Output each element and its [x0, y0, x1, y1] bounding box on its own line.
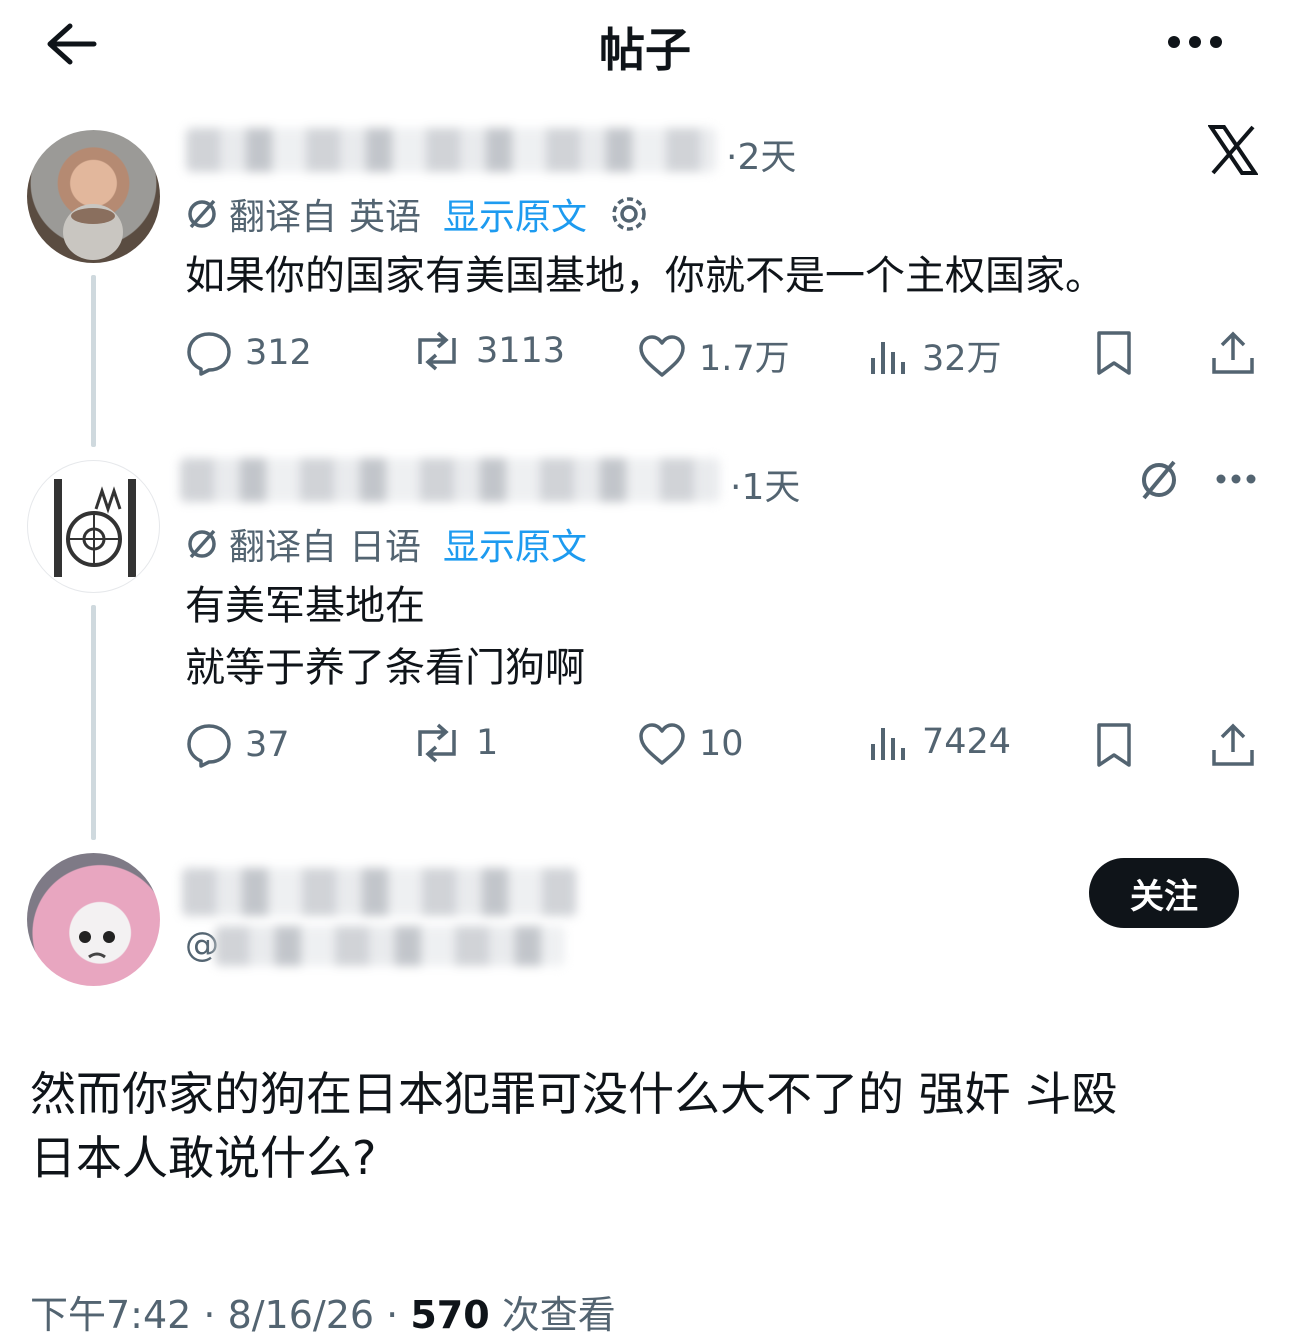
post-actions: 312 3113 1.7万 32万 — [185, 330, 1265, 390]
repost-button[interactable]: 1 — [410, 722, 498, 764]
handle-prefix: @ — [185, 925, 219, 965]
avatar[interactable] — [27, 853, 160, 986]
translate-icon — [185, 527, 219, 561]
analytics-icon — [868, 336, 910, 376]
reply-button[interactable]: 37 — [185, 722, 290, 768]
thread-line — [91, 275, 96, 447]
share-button[interactable] — [1210, 330, 1268, 376]
translated-from-label: 翻译自 — [229, 527, 338, 568]
like-count: 10 — [699, 724, 744, 764]
view-count: 32万 — [922, 339, 1002, 379]
more-button[interactable] — [1166, 32, 1224, 52]
share-button[interactable] — [1210, 722, 1268, 768]
show-original-link[interactable]: 显示原文 — [443, 188, 587, 240]
translation-info: 翻译自 日语 显示原文 — [185, 518, 587, 570]
bookmark-icon — [1093, 330, 1135, 376]
x-logo-icon — [1208, 124, 1258, 176]
like-count: 1.7万 — [699, 339, 790, 379]
repost-count: 3113 — [476, 331, 566, 371]
follow-button[interactable]: 关注 — [1089, 858, 1239, 928]
main-post-text: 然而你家的狗在日本犯罪可没什么大不了的 强奸 斗殴 日本人敢说什么? — [30, 1067, 1118, 1185]
more-button[interactable] — [1215, 472, 1257, 486]
source-language: 英语 — [349, 197, 422, 238]
page-title: 帖子 — [599, 23, 691, 77]
views-label: 次查看 — [489, 1293, 616, 1337]
post-timestamp: 下午7:42 · 8/16/26 · — [30, 1293, 411, 1337]
repost-button[interactable]: 3113 — [410, 330, 565, 372]
analytics-icon — [868, 722, 910, 762]
settings-gear-icon[interactable] — [609, 194, 649, 234]
post-footer: 下午7:42 · 8/16/26 · 570 次查看 — [30, 1284, 616, 1339]
bookmark-button[interactable] — [1093, 330, 1147, 376]
translate-icon — [185, 197, 219, 231]
reply-count: 312 — [245, 333, 312, 373]
thread-line — [91, 605, 96, 840]
views-button[interactable]: 7424 — [868, 722, 1011, 762]
heart-icon — [637, 722, 687, 766]
post-time: ·2天 — [726, 137, 797, 178]
post-text: 有美军基地在 就等于养了条看门狗啊 — [185, 583, 585, 691]
repost-count: 1 — [476, 723, 499, 763]
post-time: ·1天 — [730, 467, 801, 508]
translation-info: 翻译自 英语 显示原文 — [185, 188, 649, 240]
source-language: 日语 — [349, 527, 422, 568]
like-button[interactable]: 1.7万 — [637, 330, 790, 381]
blurred-handle — [215, 926, 565, 966]
show-original-link[interactable]: 显示原文 — [443, 518, 587, 570]
avatar[interactable] — [27, 130, 160, 263]
view-count: 7424 — [922, 722, 1012, 762]
translate-icon[interactable] — [1137, 458, 1181, 502]
bookmark-button[interactable] — [1093, 722, 1147, 768]
share-icon — [1210, 722, 1256, 768]
reply-button[interactable]: 312 — [185, 330, 312, 376]
repost-icon — [410, 722, 464, 764]
reply-icon — [185, 330, 233, 376]
share-icon — [1210, 330, 1256, 376]
translated-from-label: 翻译自 — [229, 197, 338, 238]
blurred-username — [186, 128, 716, 172]
more-horizontal-icon — [1168, 36, 1222, 48]
repost-icon — [410, 330, 464, 372]
heart-icon — [637, 334, 687, 378]
like-button[interactable]: 10 — [637, 722, 744, 766]
more-horizontal-icon — [1216, 474, 1256, 484]
avatar[interactable] — [27, 460, 160, 593]
view-count: 570 — [410, 1293, 490, 1337]
post-text: 如果你的国家有美国基地，你就不是一个主权国家。 — [185, 253, 1105, 299]
blurred-display-name — [182, 868, 577, 916]
bookmark-icon — [1093, 722, 1135, 768]
reply-count: 37 — [245, 725, 290, 765]
views-button[interactable]: 32万 — [868, 330, 1002, 381]
reply-icon — [185, 722, 233, 768]
post-actions: 37 1 10 7424 — [185, 722, 1265, 782]
blurred-username — [180, 458, 720, 502]
